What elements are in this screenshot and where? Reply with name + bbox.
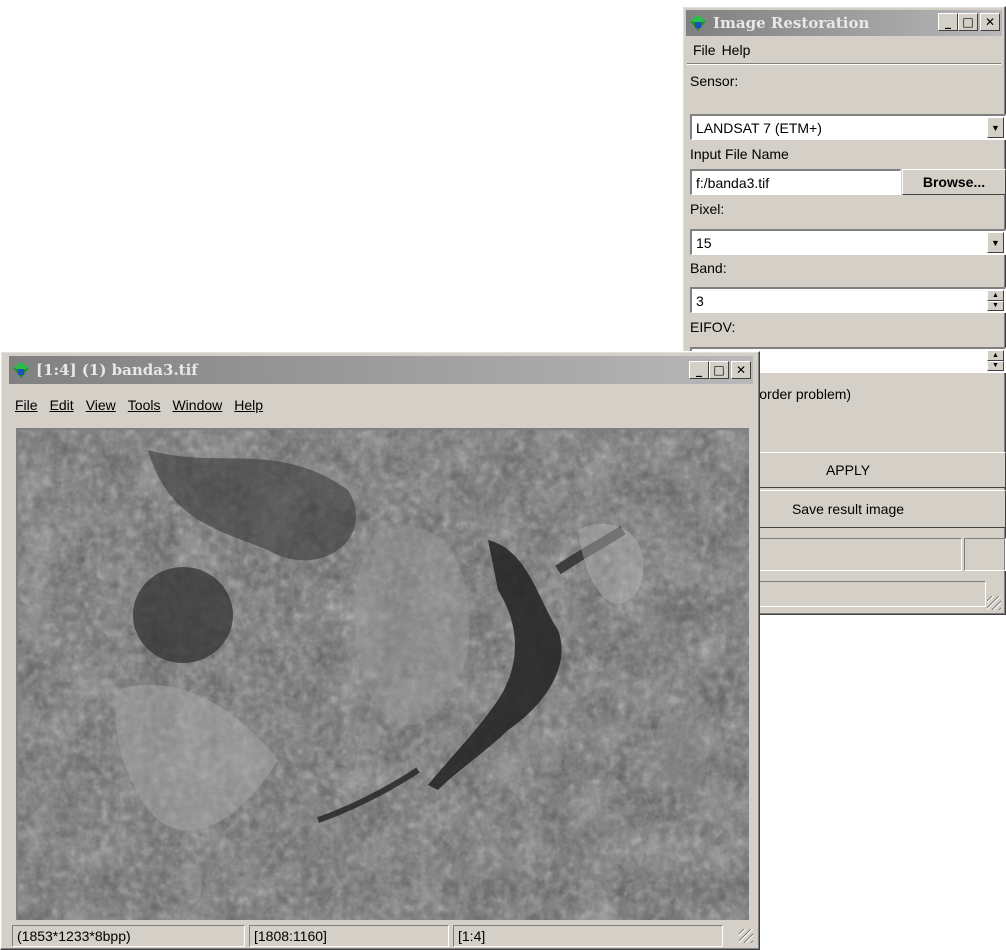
input-file-label: Input File Name (690, 146, 789, 162)
status-coordinates: [1808:1160] (249, 925, 449, 947)
spin-down-icon[interactable]: ▼ (987, 300, 1004, 311)
divider (687, 63, 1001, 65)
menu-edit-label: Edit (49, 397, 74, 413)
band-label: Band: (690, 260, 727, 276)
menu-file[interactable]: File (15, 397, 44, 413)
menu-tools-label: Tools (127, 397, 161, 413)
resize-grip[interactable] (739, 929, 753, 943)
menu-help-label: Help (234, 397, 264, 413)
maximize-icon: □ (713, 363, 725, 377)
chevron-down-icon[interactable]: ▼ (987, 232, 1004, 253)
viewer-titlebar[interactable]: [1:4] (1) banda3.tif _ □ ✕ (9, 356, 753, 384)
minimize-button[interactable]: _ (938, 13, 958, 31)
restoration-title: Image Restoration (713, 14, 870, 32)
restoration-menubar: File Help (687, 39, 1001, 61)
menu-help[interactable]: Help (722, 42, 757, 58)
resize-grip[interactable] (987, 596, 1001, 610)
spin-down-icon[interactable]: ▼ (987, 360, 1004, 371)
input-file-field[interactable]: f:/banda3.tif (690, 169, 901, 195)
viewer-title: [1:4] (1) banda3.tif (36, 361, 198, 379)
pixel-value: 15 (696, 234, 712, 251)
viewer-menubar: File Edit View Tools Window Help (15, 394, 755, 416)
maximize-button[interactable]: □ (709, 361, 729, 379)
browse-button[interactable]: Browse... (902, 169, 1006, 195)
band-value: 3 (696, 292, 704, 309)
input-file-value: f:/banda3.tif (696, 174, 770, 191)
sensor-label: Sensor: (690, 73, 739, 89)
app-icon (13, 362, 29, 378)
menu-file[interactable]: File (687, 42, 722, 58)
menu-tools[interactable]: Tools (122, 397, 167, 413)
minimize-button[interactable]: _ (689, 361, 709, 379)
status-zoom: [1:4] (453, 925, 723, 947)
maximize-icon: □ (962, 15, 974, 29)
menu-help[interactable]: Help (228, 397, 269, 413)
minimize-icon: _ (945, 15, 951, 29)
menu-view-label: View (85, 397, 116, 413)
close-icon: ✕ (735, 363, 747, 377)
status-zoom-text: [1:4] (458, 928, 486, 944)
menu-edit[interactable]: Edit (44, 397, 80, 413)
minimize-icon: _ (696, 363, 702, 377)
status-image-size-text: (1853*1233*8bpp) (17, 928, 131, 944)
menu-window-label: Window (172, 397, 223, 413)
sensor-dropdown[interactable]: LANDSAT 7 (ETM+) ▼ (690, 114, 1006, 140)
maximize-button[interactable]: □ (958, 13, 978, 31)
band-spinner[interactable]: 3 ▲ ▼ (690, 287, 1006, 313)
satellite-image[interactable] (16, 428, 749, 920)
pixel-label: Pixel: (690, 201, 725, 217)
close-button[interactable]: ✕ (731, 361, 751, 379)
close-button[interactable]: ✕ (980, 13, 1000, 31)
spin-up-icon[interactable]: ▲ (987, 350, 1004, 361)
spin-up-icon[interactable]: ▲ (987, 290, 1004, 301)
menu-file-label: File (15, 397, 38, 413)
chevron-down-icon[interactable]: ▼ (987, 117, 1004, 138)
sensor-value: LANDSAT 7 (ETM+) (696, 119, 822, 136)
menu-view[interactable]: View (80, 397, 122, 413)
restoration-titlebar[interactable]: Image Restoration _ □ ✕ (686, 10, 1002, 36)
status-image-size: (1853*1233*8bpp) (12, 925, 245, 947)
close-icon: ✕ (984, 15, 996, 29)
status-coordinates-text: [1808:1160] (254, 928, 327, 944)
menu-window[interactable]: Window (166, 397, 228, 413)
app-icon (690, 15, 706, 31)
image-viewer-window: [1:4] (1) banda3.tif _ □ ✕ File Edit Vie… (0, 351, 760, 950)
status-field (964, 538, 1006, 571)
pixel-dropdown[interactable]: 15 ▼ (690, 229, 1006, 255)
eifov-label: EIFOV: (690, 319, 736, 335)
